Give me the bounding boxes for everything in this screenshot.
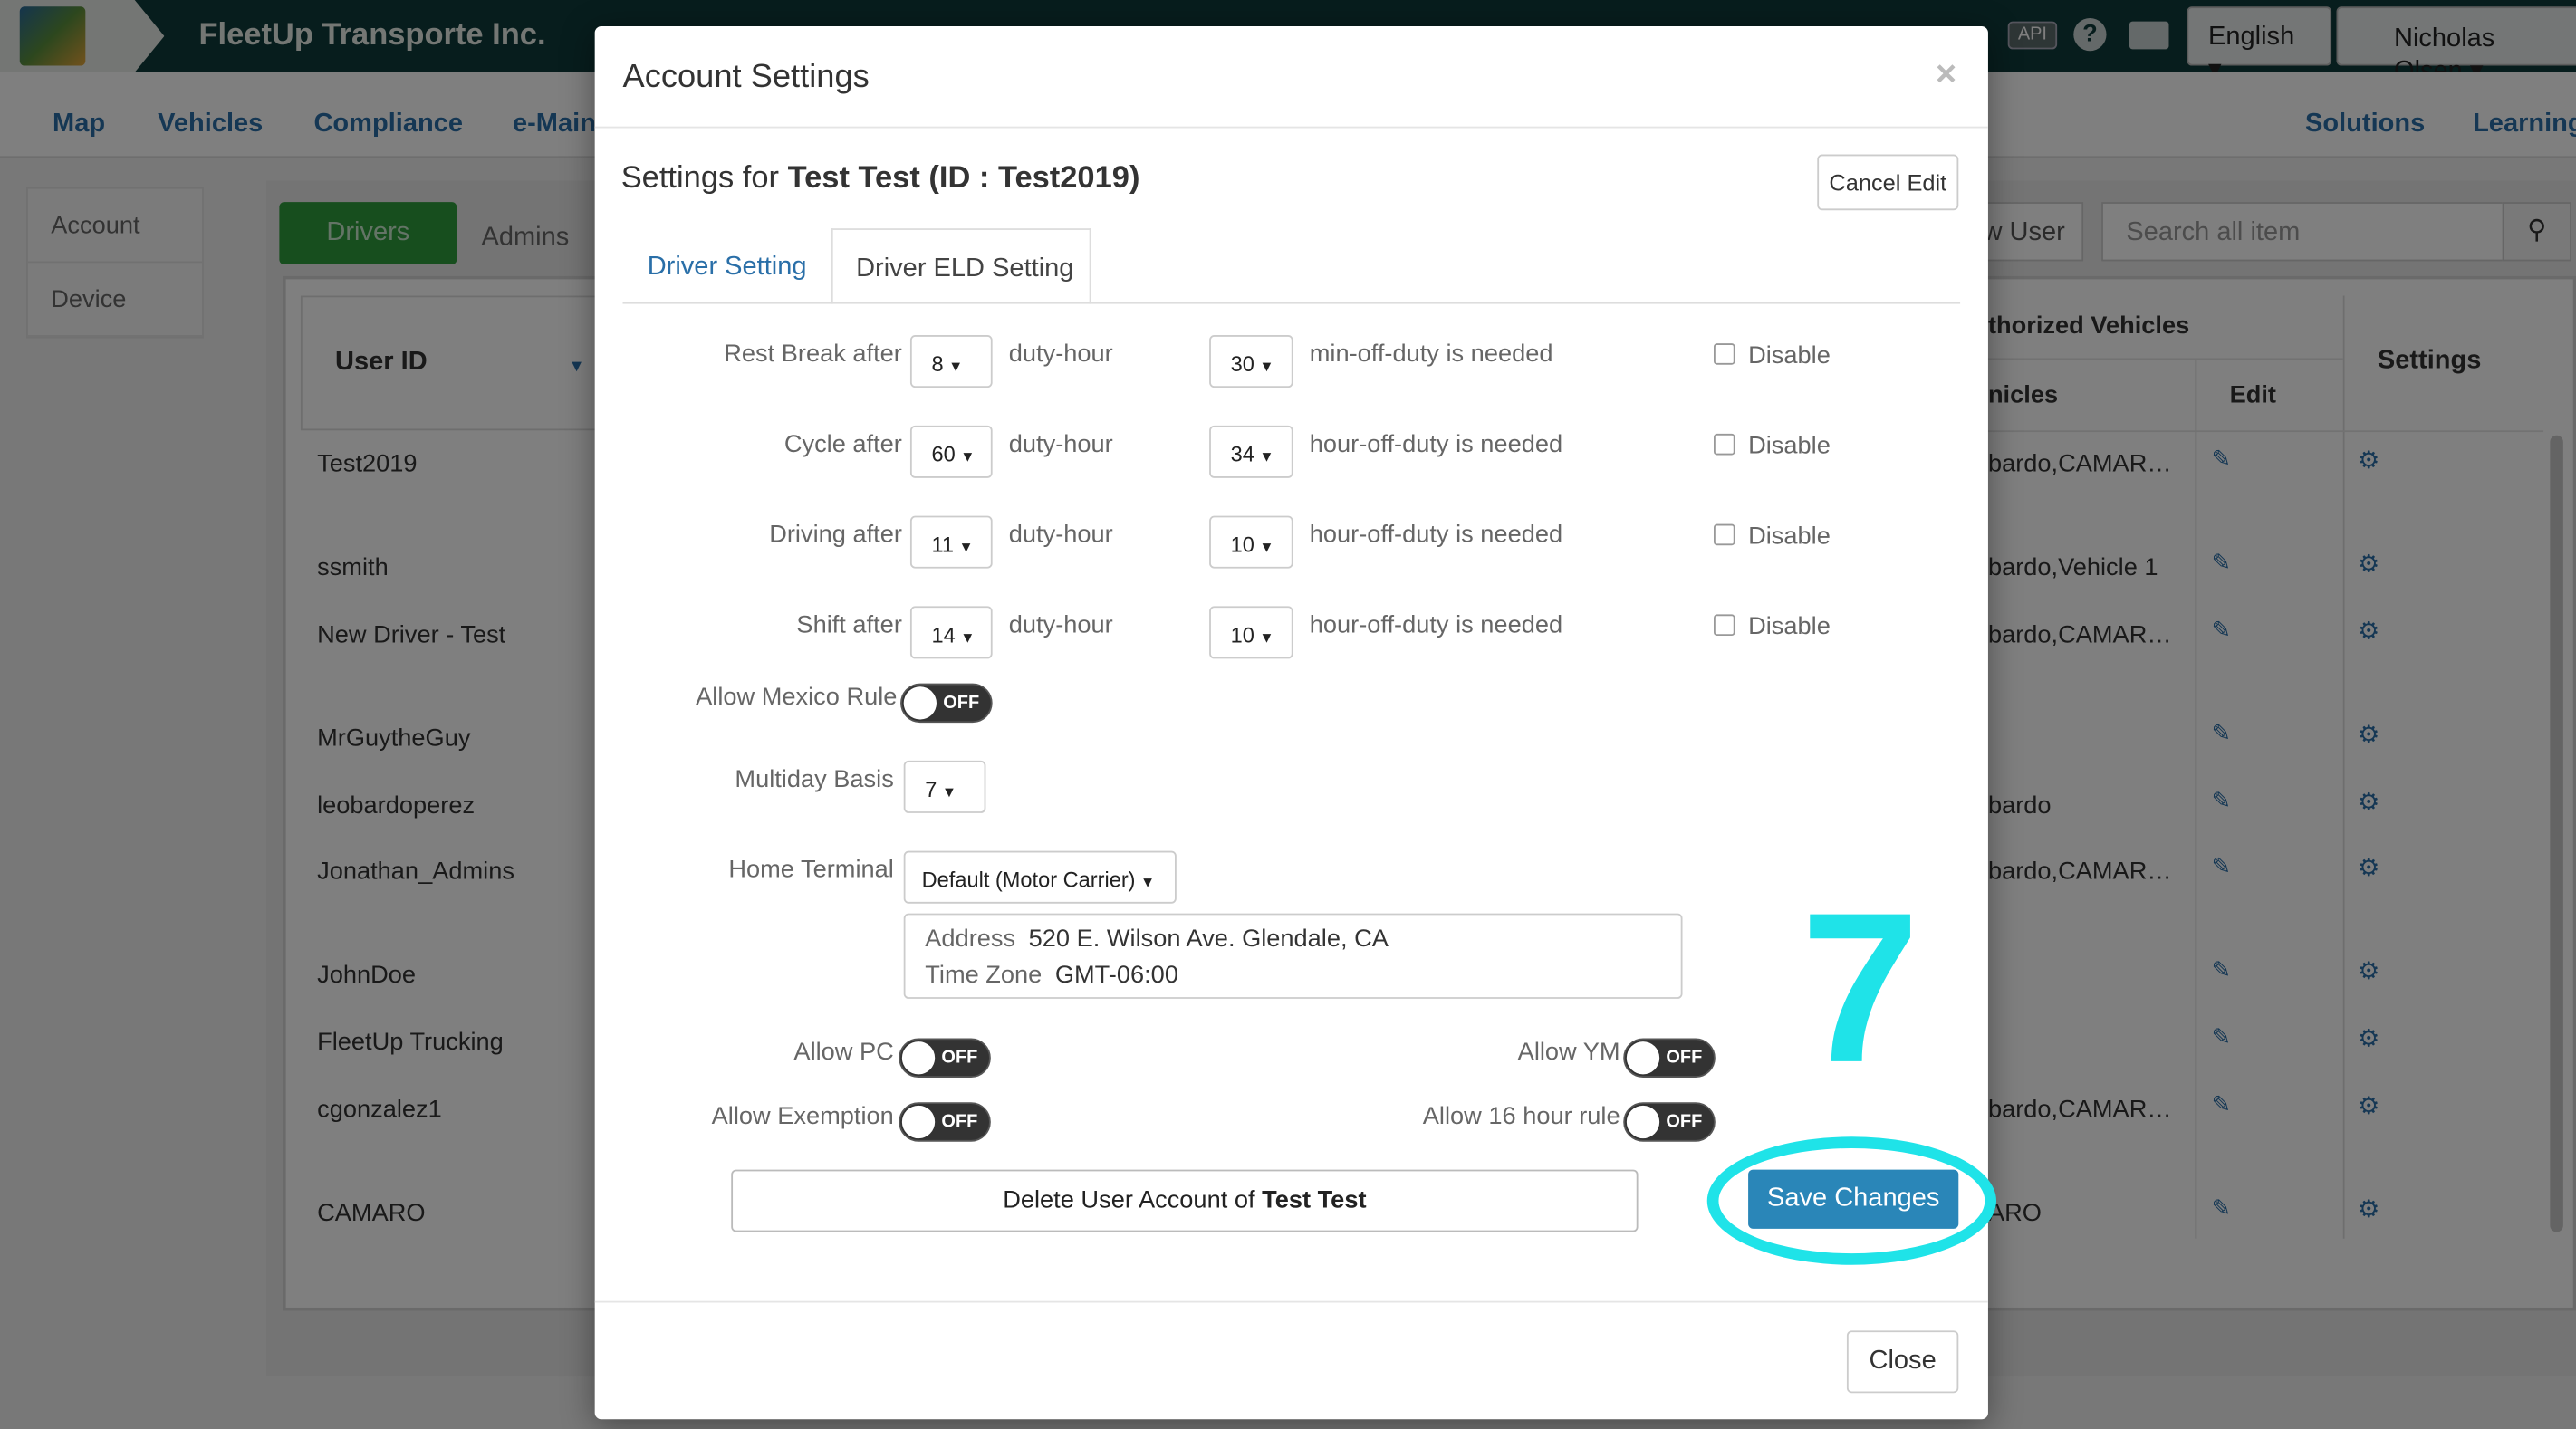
rule-off-text: hour-off-duty is needed [1309,521,1563,549]
disable-checkbox[interactable] [1714,523,1735,546]
caret-down-icon: ▼ [1259,538,1274,556]
settings-subtitle: Settings for Test Test (ID : Test2019) [621,161,1140,197]
caret-down-icon: ▼ [1139,874,1156,891]
rule-unit: duty-hour [1008,340,1113,369]
divider [594,126,1988,129]
cycle-off-select[interactable]: 34 ▼ [1209,425,1293,478]
close-button[interactable]: Close [1846,1330,1959,1394]
disable-checkbox[interactable] [1714,433,1735,456]
terminal-address-box: Address 520 E. Wilson Ave. Glendale, CA T… [903,913,1683,999]
toggle-knob [1626,1041,1660,1075]
allow-mexico-toggle[interactable]: OFF [900,683,993,724]
rule-unit: duty-hour [1008,610,1113,639]
rest-break-off-select[interactable]: 30 ▼ [1209,335,1293,388]
timezone-value: GMT-06:00 [1054,961,1178,990]
toggle-knob [901,1105,936,1139]
tab-driver-eld-setting[interactable]: Driver ELD Setting [831,228,1091,304]
allow-16-hour-toggle[interactable]: OFF [1623,1102,1716,1142]
caret-down-icon: ▼ [960,628,976,646]
driving-off-select[interactable]: 10 ▼ [1209,515,1293,569]
allow-pc-label: Allow PC [793,1038,894,1067]
toggle-state: OFF [941,1112,978,1132]
select-value: 10 [1230,622,1254,647]
rest-break-duty-select[interactable]: 8 ▼ [909,335,993,388]
allow-exemption-toggle[interactable]: OFF [899,1102,991,1142]
select-value: 34 [1230,441,1254,467]
address-value: 520 E. Wilson Ave. Glendale, CA [1028,925,1389,954]
screen: FleetUp Transporte Inc. API ? English ▾ … [0,0,2576,1429]
highlight-circle [1706,1136,1997,1265]
select-value: 30 [1230,351,1254,377]
toggle-state: OFF [1666,1112,1703,1132]
allow-pc-toggle[interactable]: OFF [899,1038,991,1078]
toggle-state: OFF [1666,1048,1703,1069]
home-terminal-label: Home Terminal [728,856,894,884]
rule-label: Driving after [769,521,902,549]
caret-down-icon: ▼ [948,358,964,375]
toggle-state: OFF [943,693,980,714]
toggle-state: OFF [941,1048,978,1069]
home-terminal-select[interactable]: Default (Motor Carrier) ▼ [903,850,1177,904]
rule-label: Rest Break after [724,340,902,369]
cancel-edit-button[interactable]: Cancel Edit [1817,154,1959,211]
shift-off-select[interactable]: 10 ▼ [1209,606,1293,659]
allow-exemption-label: Allow Exemption [711,1102,894,1131]
disable-label: Disable [1748,612,1831,641]
select-value: Default (Motor Carrier) [921,867,1136,893]
rule-unit: duty-hour [1008,430,1113,459]
step-number-annotation: 7 [1801,867,1920,1108]
close-icon[interactable]: × [1936,53,1956,95]
toggle-knob [1626,1105,1660,1139]
divider [622,302,1961,304]
modal-title: Account Settings [622,59,870,96]
shift-duty-select[interactable]: 14 ▼ [909,606,993,659]
driving-duty-select[interactable]: 11 ▼ [909,515,993,569]
allow-ym-label: Allow YM [1517,1038,1620,1067]
rule-off-text: hour-off-duty is needed [1309,610,1563,639]
account-settings-modal: Account Settings × Settings for Test Tes… [594,26,1997,1420]
address-line: Address 520 E. Wilson Ave. Glendale, CA [925,922,1661,958]
caret-down-icon: ▼ [958,538,974,556]
timezone-line: Time Zone GMT-06:00 [925,958,1661,994]
allow-16-hour-label: Allow 16 hour rule [1422,1102,1620,1131]
address-key: Address [925,925,1016,954]
disable-label: Disable [1748,341,1831,370]
toggle-knob [903,686,937,720]
select-value: 7 [925,777,937,802]
select-value: 14 [931,622,956,647]
user-name-id: Test Test (ID : Test2019) [787,160,1140,196]
rule-label: Shift after [796,610,902,639]
timezone-key: Time Zone [925,961,1043,990]
rule-unit: duty-hour [1008,521,1113,549]
allow-mexico-label: Allow Mexico Rule [696,683,898,712]
divider [594,1300,1988,1303]
caret-down-icon: ▼ [1259,628,1274,646]
cycle-duty-select[interactable]: 60 ▼ [909,425,993,478]
disable-label: Disable [1748,522,1831,551]
select-value: 10 [1230,532,1254,557]
rule-label: Cycle after [783,430,902,459]
allow-ym-toggle[interactable]: OFF [1623,1038,1716,1078]
delete-prefix: Delete User Account of [1003,1185,1263,1214]
caret-down-icon: ▼ [1259,358,1274,375]
caret-down-icon: ▼ [960,448,976,465]
rule-off-text: min-off-duty is needed [1309,340,1553,369]
select-value: 60 [931,441,956,467]
disable-label: Disable [1748,432,1831,460]
disable-checkbox[interactable] [1714,614,1735,637]
caret-down-icon: ▼ [941,783,957,801]
disable-checkbox[interactable] [1714,343,1735,365]
select-value: 11 [931,532,955,557]
multiday-select[interactable]: 7 ▼ [903,760,986,813]
multiday-label: Multiday Basis [735,765,894,794]
settings-for-label: Settings for [620,160,780,196]
delete-user-name: Test Test [1262,1185,1367,1214]
rule-off-text: hour-off-duty is needed [1309,430,1563,459]
select-value: 8 [931,351,944,377]
caret-down-icon: ▼ [1259,448,1274,465]
toggle-knob [901,1041,936,1075]
tab-driver-setting[interactable]: Driver Setting [648,253,807,283]
delete-user-button[interactable]: Delete User Account of Test Test [731,1169,1639,1232]
